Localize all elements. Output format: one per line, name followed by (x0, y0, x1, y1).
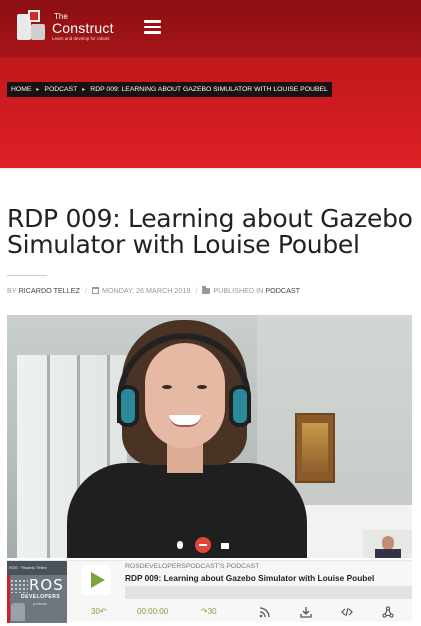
robot-icon (11, 603, 25, 621)
logo-name: Construct (52, 19, 114, 36)
breadcrumb-separator-icon: ▸ (82, 87, 86, 93)
page-title: RDP 009: Learning about Gazebo Simulator… (7, 204, 413, 259)
meta-separator: / (84, 286, 87, 295)
time-display: 00:00:00 (137, 607, 169, 616)
share-icon[interactable] (382, 605, 394, 618)
cover-podcast: podcast (33, 601, 48, 606)
cover-top-text: ROS · Ricardo Téllez (9, 565, 47, 570)
site-logo[interactable]: The Construct Learn and develop for robo… (14, 10, 124, 44)
meta-separator: / (195, 286, 198, 295)
category-link[interactable]: PODCAST (265, 286, 300, 295)
logo-tagline: Learn and develop for robots (52, 35, 110, 41)
forward-label: 30 (207, 607, 217, 616)
embed-code-icon[interactable] (341, 605, 353, 617)
published-label: PUBLISHED IN (213, 286, 264, 295)
author-link[interactable]: RICARDO TELLEZ (19, 286, 80, 295)
top-navigation-bar: The Construct Learn and develop for robo… (0, 0, 421, 58)
by-label: BY (7, 286, 17, 295)
logo-mark-icon (14, 10, 48, 44)
camera-icon (221, 543, 229, 549)
breadcrumb-current: RDP 009: LEARNING ABOUT GAZEBO SIMULATOR… (90, 86, 328, 93)
wall-painting (295, 413, 335, 483)
rss-icon[interactable] (259, 605, 271, 618)
rewind-30-button[interactable]: 30↶ (91, 607, 107, 616)
breadcrumb-home[interactable]: HOME (11, 86, 31, 93)
calendar-icon (91, 287, 99, 294)
cover-ros: ROS (29, 576, 64, 594)
cover-dots-icon (10, 579, 28, 593)
microphone-icon (177, 541, 183, 549)
breadcrumb-category[interactable]: PODCAST (44, 86, 77, 93)
podcast-cover-image: ROS · Ricardo Téllez ROS DEVELOPERS podc… (7, 561, 67, 623)
hamburger-menu-icon[interactable] (144, 19, 162, 35)
breadcrumb-separator-icon: ▸ (36, 87, 40, 93)
rewind-label: 30 (91, 607, 100, 616)
forward-icon: ↷ (201, 607, 208, 616)
rewind-icon: ↶ (99, 607, 107, 616)
title-divider (7, 275, 47, 276)
folder-icon (202, 285, 211, 294)
end-call-icon (195, 537, 211, 553)
episode-title: RDP 009: Learning about Gazebo Simulator… (125, 573, 375, 583)
cover-developers: DEVELOPERS (21, 594, 61, 600)
podcast-player: ROS · Ricardo Téllez ROS DEVELOPERS podc… (7, 560, 412, 623)
logo-text: The Construct Learn and develop for robo… (52, 12, 114, 42)
post-date: MONDAY, 26 MARCH 2018 (101, 286, 191, 295)
hero-banner: The Construct Learn and develop for robo… (0, 0, 421, 168)
divider (0, 168, 421, 170)
featured-image (7, 315, 412, 558)
post-meta: BY RICARDO TELLEZ / MONDAY, 26 MARCH 201… (7, 285, 300, 295)
play-button[interactable] (81, 565, 111, 595)
breadcrumb: HOME ▸ PODCAST ▸ RDP 009: LEARNING ABOUT… (7, 82, 332, 97)
podcast-name: ROSDEVELOPERSPODCAST'S PODCAST (125, 563, 260, 570)
forward-30-button[interactable]: ↷30 (201, 607, 217, 616)
download-icon[interactable] (300, 605, 312, 618)
person-shirt (67, 463, 307, 558)
progress-bar[interactable] (125, 586, 412, 599)
